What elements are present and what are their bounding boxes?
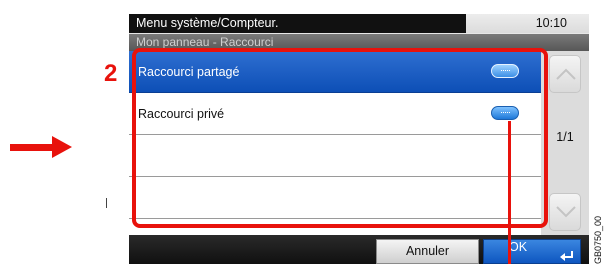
page-indicator: 1/1 [556,130,574,144]
ok-label: OK [509,240,528,254]
highlight-frame [132,48,548,228]
step-number: 2 [104,60,118,87]
margin-mark [106,198,107,208]
screen-title: Menu système/Compteur. [129,14,466,33]
cancel-button[interactable]: Annuler [376,239,479,264]
callout-line [508,121,511,264]
scroll-column: 1/1 [541,51,589,235]
status-bar: Menu système/Compteur. 10:10 [129,14,589,33]
chevron-down-icon [556,206,576,218]
scroll-up-button[interactable] [549,55,581,93]
scroll-down-button[interactable] [549,193,581,231]
chevron-up-icon [556,68,576,80]
ok-button[interactable]: OK [483,239,581,264]
enter-icon [560,251,573,261]
clock: 10:10 [535,16,567,30]
action-bar: Annuler OK [129,235,589,264]
figure-id: GB0750_00 [593,215,603,264]
